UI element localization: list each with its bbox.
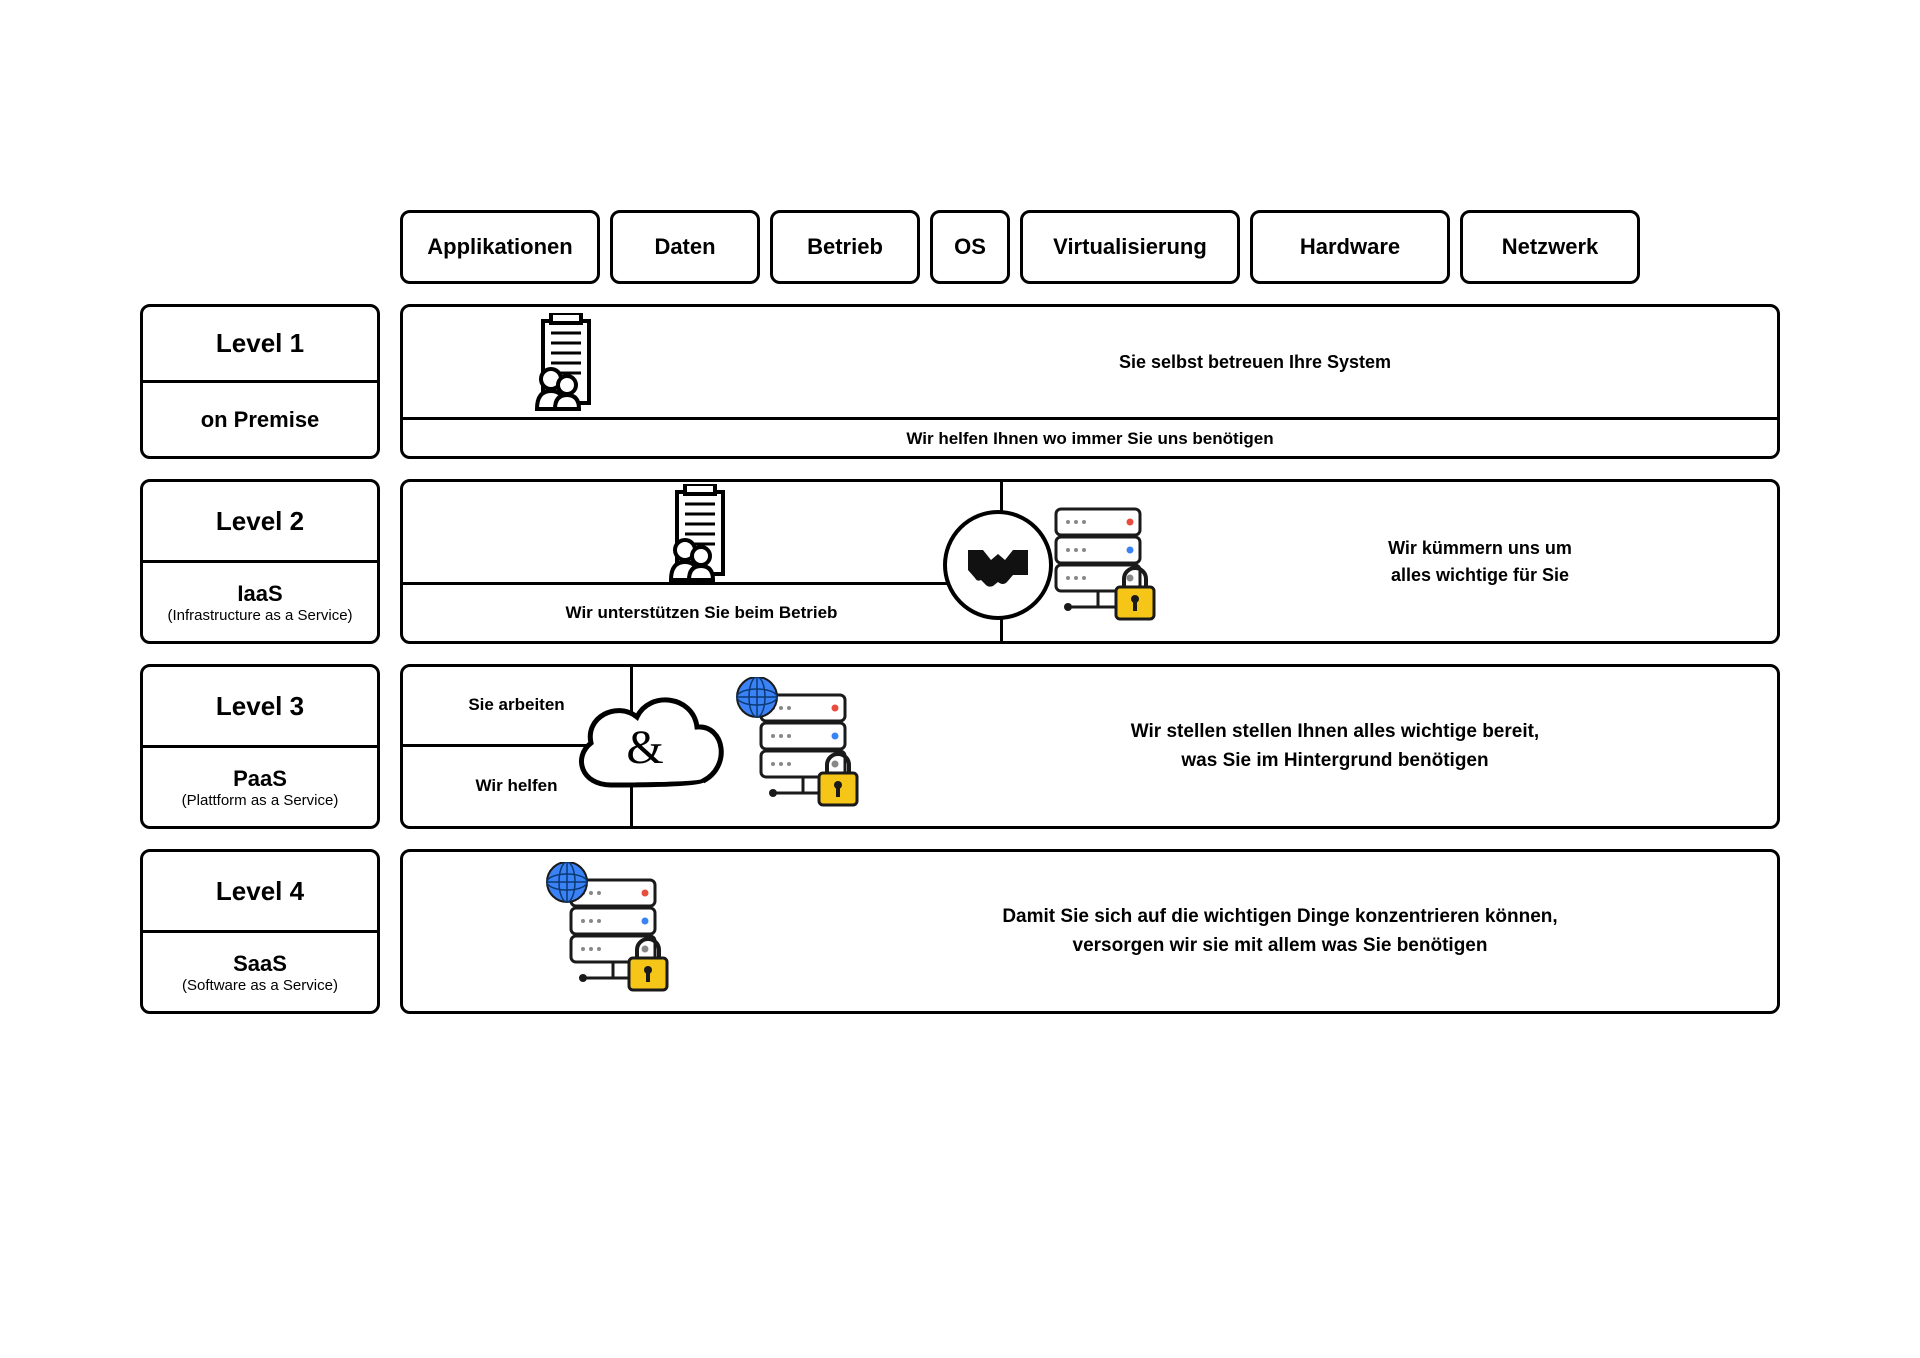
level-4-sub: (Software as a Service) [182,977,338,994]
level-1-bottom-text: Wir helfen Ihnen wo immer Sie uns benöti… [403,417,1777,457]
column-headers: Applikationen Daten Betrieb OS Virtualis… [400,210,1780,284]
svg-text:&: & [626,721,663,774]
cloud-ampersand-icon: & [563,677,733,822]
level-2-right-text: Wir kümmern uns um alles wichtige für Si… [1203,535,1777,589]
server-lock-icon [1038,497,1168,627]
level-1-name: on Premise [201,407,320,433]
server-globe-lock-icon [733,677,873,817]
level-3-sub: (Plattform as a Service) [182,792,339,809]
row-level-2: Level 2 IaaS (Infrastructure as a Servic… [140,479,1780,644]
side-level-1: Level 1 on Premise [140,304,380,459]
level-4-title: Level 4 [216,876,304,907]
level-2-left-bottom-text: Wir unterstützen Sie beim Betrieb [403,582,1000,641]
level-1-title: Level 1 [216,328,304,359]
level-4-text: Damit Sie sich auf die wichtigen Dinge k… [823,903,1777,960]
row-level-4: Level 4 SaaS (Software as a Service) [140,849,1780,1014]
side-level-4: Level 4 SaaS (Software as a Service) [140,849,380,1014]
header-virtualisierung: Virtualisierung [1020,210,1240,284]
office-people-icon [523,313,613,411]
level-2-name: IaaS [237,581,282,607]
header-daten: Daten [610,210,760,284]
header-hardware: Hardware [1250,210,1450,284]
side-level-3: Level 3 PaaS (Plattform as a Service) [140,664,380,829]
level-4-name: SaaS [233,951,287,977]
header-betrieb: Betrieb [770,210,920,284]
level-3-title: Level 3 [216,691,304,722]
level-1-top-text: Sie selbst betreuen Ihre System [733,352,1777,373]
row-level-1: Level 1 on Premise [140,304,1780,459]
level-2-title: Level 2 [216,506,304,537]
row-level-3: Level 3 PaaS (Plattform as a Service) Si… [140,664,1780,829]
side-level-2: Level 2 IaaS (Infrastructure as a Servic… [140,479,380,644]
level-3-right-text: Wir stellen stellen Ihnen alles wichtige… [893,718,1777,775]
level-3-name: PaaS [233,766,287,792]
header-netzwerk: Netzwerk [1460,210,1640,284]
office-people-icon [657,484,747,582]
header-applikationen: Applikationen [400,210,600,284]
level-2-sub: (Infrastructure as a Service) [167,607,352,624]
header-os: OS [930,210,1010,284]
main-level-2: Wir unterstützen Sie beim Betrieb [400,479,1780,644]
main-level-4: Damit Sie sich auf die wichtigen Dinge k… [400,849,1780,1014]
handshake-icon [943,510,1053,620]
service-levels-diagram: Applikationen Daten Betrieb OS Virtualis… [140,210,1780,1034]
main-level-1: Sie selbst betreuen Ihre System Wir helf… [400,304,1780,459]
main-level-3: Sie arbeiten Wir helfen & [400,664,1780,829]
server-globe-lock-icon [543,862,683,1002]
